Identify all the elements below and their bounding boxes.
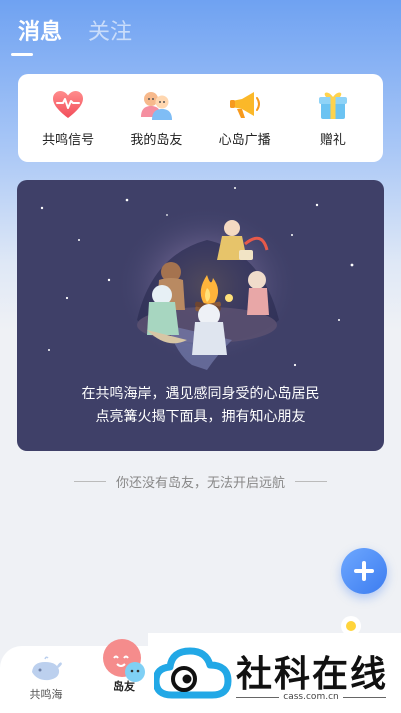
watermark-subtitle-row: cass.com.cn (236, 692, 386, 702)
divider (342, 696, 386, 698)
quick-action-gift[interactable]: 赠礼 (292, 88, 374, 148)
watermark: 社科在线 cass.com.cn (148, 633, 401, 713)
quick-action-resonance-signal[interactable]: 共鸣信号 (27, 88, 109, 148)
friends-icon (139, 88, 173, 122)
divider (73, 481, 106, 482)
header-tabs: 消息 关注 (18, 18, 132, 48)
nav-item-resonance-sea[interactable]: 共鸣海 (29, 656, 63, 702)
watermark-title: 社科在线 (236, 654, 389, 695)
bubble-face-icon (103, 639, 145, 682)
nav-item-island-friends[interactable]: 岛友 (102, 636, 146, 694)
add-button[interactable] (341, 548, 387, 594)
banner-text-line-2: 点亮篝火揭下面具，拥有知心朋友 (95, 409, 306, 425)
banner-text-line-1: 在共鸣海岸，遇见感同身受的心岛居民 (81, 386, 320, 402)
plus-icon (354, 561, 374, 581)
quick-action-label: 共鸣信号 (42, 133, 95, 148)
sun-icon (346, 621, 356, 631)
divider (236, 696, 280, 698)
nav-label: 共鸣海 (29, 688, 63, 701)
quick-action-label: 心岛广播 (218, 133, 271, 148)
cloud-logo-icon (154, 647, 232, 699)
heart-pulse-icon (51, 88, 85, 122)
empty-state-text: 你还没有岛友，无法开启远航 (115, 476, 285, 491)
empty-state-note: 你还没有岛友，无法开启远航 (0, 472, 401, 491)
quick-action-label: 我的岛友 (130, 133, 183, 148)
divider (295, 481, 327, 482)
campfire-banner[interactable]: 在共鸣海岸，遇见感同身受的心岛居民 点亮篝火揭下面具，拥有知心朋友 (17, 180, 384, 451)
megaphone-icon (228, 88, 262, 122)
active-tab-indicator (11, 53, 33, 56)
quick-action-label: 赠礼 (319, 133, 346, 148)
nav-label: 岛友 (113, 680, 135, 693)
tab-messages[interactable]: 消息 (18, 18, 62, 48)
tab-following[interactable]: 关注 (88, 18, 132, 48)
quick-actions-card: 共鸣信号 我的岛友 心岛广播 赠礼 (18, 74, 383, 162)
whale-icon (32, 656, 62, 681)
watermark-subtitle: cass.com.cn (283, 692, 339, 702)
quick-action-island-broadcast[interactable]: 心岛广播 (204, 88, 286, 148)
quick-action-my-friends[interactable]: 我的岛友 (115, 88, 197, 148)
gift-icon (316, 88, 350, 122)
